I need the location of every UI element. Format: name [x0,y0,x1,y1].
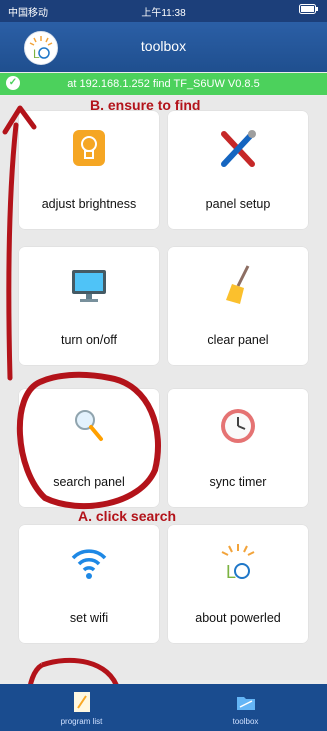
annotation-click-search: A. click search [78,508,177,524]
monitor-icon [69,264,109,306]
battery-icon [299,4,319,17]
tools-icon [218,128,258,170]
nav-bar: L toolbox [0,22,327,72]
tile-search-panel[interactable]: search panel [18,388,160,508]
tile-adjust-brightness[interactable]: adjust brightness [18,110,160,230]
status-bar: 中国移动 上午11:38 [0,0,327,22]
tile-panel-setup[interactable]: panel setup [167,110,309,230]
banner-text: at 192.168.1.252 find TF_S6UW V0.8.5 [67,78,260,90]
tab-label: program list [60,717,103,726]
page-title: toolbox [140,38,187,54]
tile-turn-on-off[interactable]: turn on/off [18,246,160,366]
tab-bar: program list toolbox [0,684,327,731]
device-found-banner: ✓ at 192.168.1.252 find TF_S6UW V0.8.5 [0,73,327,95]
tab-toolbox[interactable]: toolbox [164,684,327,731]
clock-icon [218,406,258,448]
tile-sync-timer[interactable]: sync timer [167,388,309,508]
tile-label: clear panel [207,333,269,347]
tile-label: search panel [53,475,125,489]
tile-clear-panel[interactable]: clear panel [167,246,309,366]
tab-program-list[interactable]: program list [0,684,163,731]
tile-about-powerled[interactable]: L about powerled [167,524,309,644]
status-time: 上午11:38 [141,8,186,19]
tile-label: panel setup [205,197,271,211]
tile-label: sync timer [209,475,267,489]
wifi-icon [69,542,109,584]
led-logo-icon: L [218,542,258,584]
broom-icon [218,264,258,306]
tile-label: adjust brightness [41,197,137,211]
tile-label: set wifi [69,611,109,625]
magnifier-icon [69,406,109,448]
tile-label: about powerled [195,611,281,625]
tile-label: turn on/off [60,333,118,347]
tool-grid: adjust brightness panel setup turn on/of… [0,96,327,680]
annotation-ensure-find: B. ensure to find [90,97,201,113]
tile-set-wifi[interactable]: set wifi [18,524,160,644]
lightbulb-icon [69,128,109,170]
tab-label: toolbox [232,717,259,726]
notepad-icon [71,691,93,713]
folder-icon [235,691,257,713]
